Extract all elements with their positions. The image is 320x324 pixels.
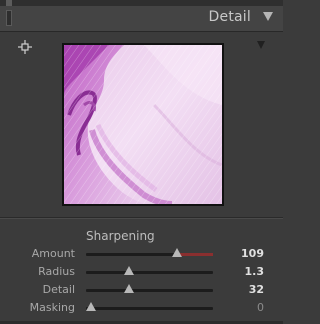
slider-value[interactable]: 1.3 [245,265,265,278]
slider-value[interactable]: 32 [249,283,264,296]
crosshair-icon[interactable] [18,40,32,54]
detail-preview-image[interactable] [62,43,224,206]
slider-label: Amount [31,247,75,260]
slider-value[interactable]: 0 [257,301,264,314]
collapse-triangle-icon[interactable] [263,12,273,21]
radius-slider-track[interactable] [86,271,213,274]
panel-title: Detail [208,9,251,25]
section-divider-highlight [0,218,283,219]
masking-slider-track[interactable] [86,307,213,310]
detail-slider-thumb[interactable] [124,284,134,293]
slider-row-masking: Masking 0 [0,301,283,317]
radius-slider-thumb[interactable] [124,266,134,275]
panel-header[interactable]: Detail [0,6,283,32]
preview-menu-triangle-icon[interactable] [257,41,265,49]
slider-row-radius: Radius 1.3 [0,265,283,281]
preview-flower-image [64,45,222,204]
slider-label: Masking [29,301,75,314]
slider-value[interactable]: 109 [241,247,264,260]
detail-panel: Detail Sharpening Amount 109 Radius 1.3 … [0,0,283,324]
detail-preview-area [0,32,283,217]
slider-label: Radius [38,265,75,278]
panel-switch-handle[interactable] [6,10,12,26]
amount-slider-thumb[interactable] [172,248,182,257]
slider-row-detail: Detail 32 [0,283,283,299]
masking-slider-thumb[interactable] [86,302,96,311]
slider-label: Detail [42,283,75,296]
detail-slider-track[interactable] [86,289,213,292]
slider-row-amount: Amount 109 [0,247,283,263]
amount-accent-bar [179,253,213,256]
sharpening-section-title: Sharpening [86,229,155,243]
amount-slider-track[interactable] [86,253,213,256]
